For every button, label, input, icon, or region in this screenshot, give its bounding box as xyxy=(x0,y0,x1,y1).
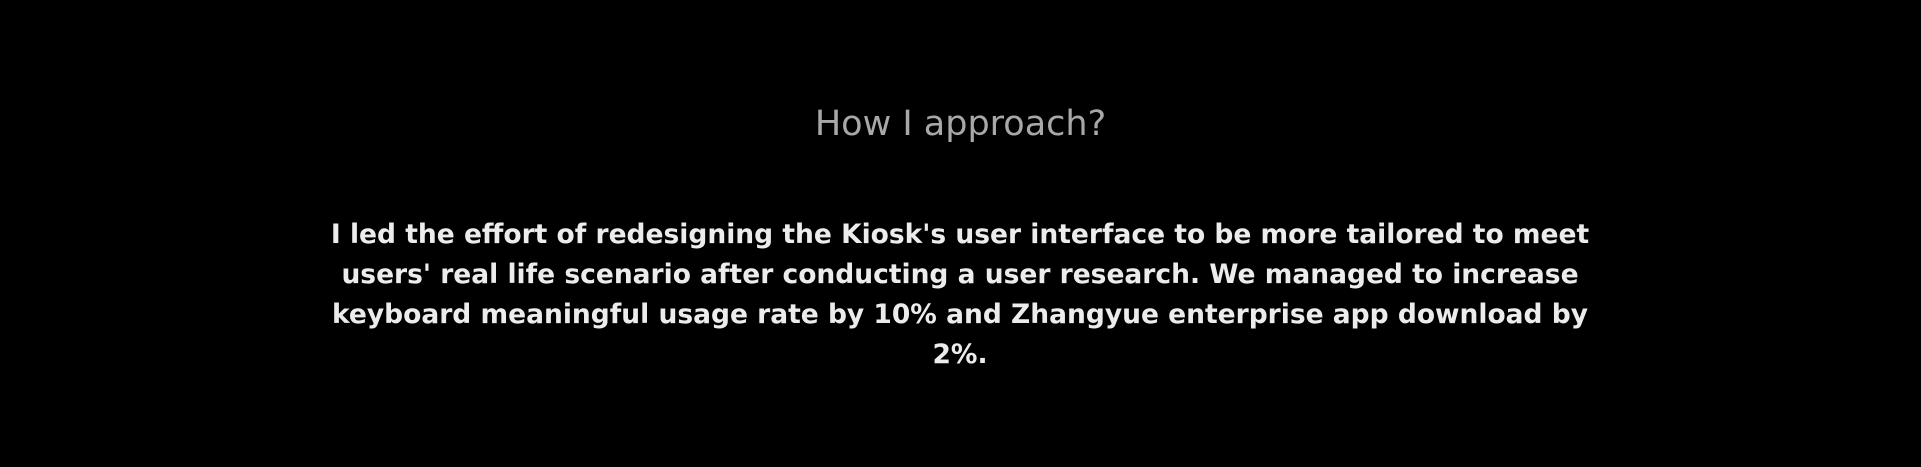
section-heading: How I approach? xyxy=(814,104,1107,144)
approach-section: How I approach? I led the effort of rede… xyxy=(0,0,1921,467)
section-paragraph: I led the effort of redesigning the Kios… xyxy=(330,219,1590,370)
